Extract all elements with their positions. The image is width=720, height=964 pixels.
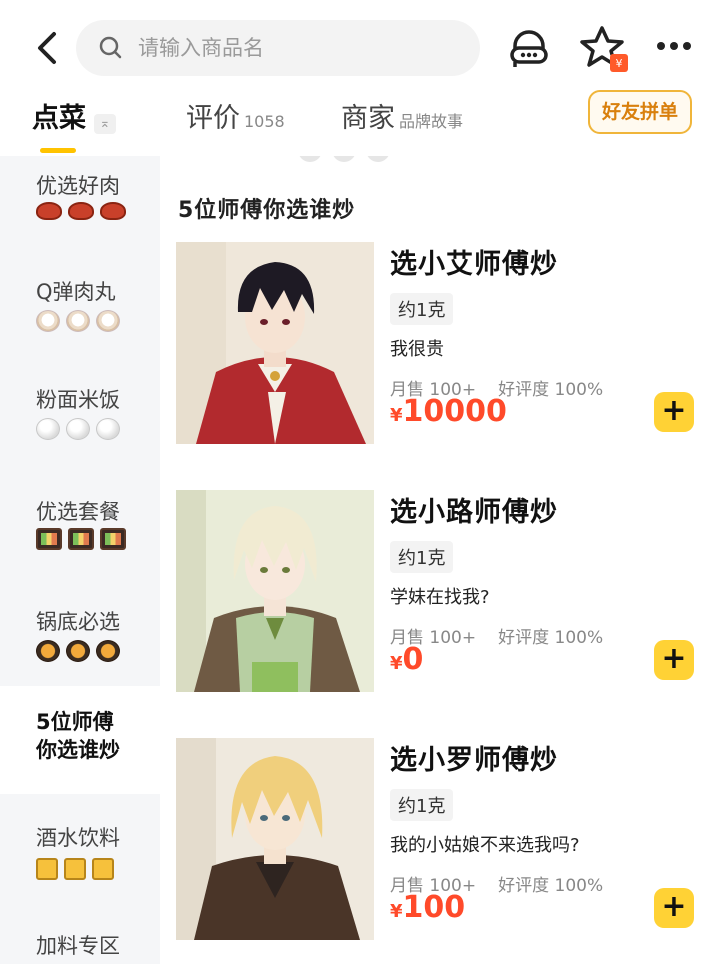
tab-store-sub: 品牌故事 — [399, 112, 464, 131]
item-description: 我的小姑娘不来选我吗? — [390, 835, 580, 856]
search-bar[interactable] — [76, 20, 480, 76]
tab-menu-label: 点菜 — [32, 103, 86, 134]
add-to-cart-button[interactable]: + — [654, 888, 694, 928]
collapse-icon[interactable]: ⌅ — [94, 114, 116, 134]
back-arrow-icon[interactable] — [30, 28, 66, 68]
sidebar-item-soup-base[interactable]: 锅底必选 — [0, 586, 160, 696]
sidebar-item-combos[interactable]: 优选套餐 — [0, 476, 160, 586]
tab-active-indicator — [40, 148, 76, 153]
sidebar-item-label: 粉面米饭 — [36, 388, 120, 412]
currency-symbol: ¥ — [390, 901, 403, 922]
item-rating: 好评度 100% — [498, 628, 604, 648]
menu-item[interactable]: 选小罗师傅炒 约1克 我的小姑娘不来选我吗? 月售 100+ 好评度 100% … — [176, 738, 720, 948]
sidebar-item-label-line2: 你选谁炒 — [36, 738, 120, 762]
search-icon — [99, 36, 122, 59]
item-tag: 约1克 — [390, 541, 454, 573]
item-name: 选小艾师傅炒 — [390, 249, 558, 280]
sidebar-item-label: 加料专区 — [36, 934, 120, 958]
item-price: ¥100 — [390, 890, 465, 925]
top-bar: ¥ — [0, 0, 720, 96]
add-to-cart-button[interactable]: + — [654, 640, 694, 680]
bento-icon — [36, 528, 126, 550]
rice-icon — [36, 418, 120, 440]
item-image[interactable] — [176, 738, 374, 940]
more-options-icon[interactable] — [655, 38, 693, 54]
section-title: 5位师傅你选谁炒 — [178, 198, 356, 223]
price-value: 100 — [402, 890, 466, 925]
item-description: 学妹在找我? — [390, 587, 490, 608]
sidebar-item-drinks[interactable]: 酒水饮料 — [0, 806, 160, 916]
currency-symbol: ¥ — [390, 653, 403, 674]
item-name: 选小罗师傅炒 — [390, 745, 558, 776]
tab-reviews-label: 评价 — [186, 103, 240, 134]
menu-content: 5位师傅你选谁炒 选小艾师傅炒 约1克 我很贵 月售 100+ 好评度 100%… — [160, 156, 720, 964]
sidebar-item-label: 优选套餐 — [36, 500, 120, 524]
item-price: ¥0 — [390, 642, 423, 677]
favorite-star-icon[interactable]: ¥ — [580, 24, 630, 76]
sidebar-item-chefs[interactable]: 5位师傅 你选谁炒 — [0, 686, 160, 794]
previous-item-fragment — [298, 156, 390, 162]
sidebar-item-label: 优选好肉 — [36, 174, 120, 198]
price-value: 0 — [402, 642, 424, 677]
search-input[interactable] — [138, 36, 458, 60]
menu-item[interactable]: 选小艾师傅炒 约1克 我很贵 月售 100+ 好评度 100% ¥10000 + — [176, 242, 720, 452]
sidebar-item-meat[interactable]: 优选好肉 — [0, 156, 160, 246]
sidebar-item-label: 酒水饮料 — [36, 826, 120, 850]
tab-bar: 点菜 ⌅ 评价 1058 商家 品牌故事 好友拼单 — [0, 90, 720, 156]
item-description: 我很贵 — [390, 339, 444, 360]
meatball-icon — [36, 310, 120, 332]
svg-text:¥: ¥ — [616, 57, 623, 70]
tab-reviews[interactable]: 评价 1058 — [186, 96, 285, 135]
item-name: 选小路师傅炒 — [390, 497, 558, 528]
sidebar-item-toppings[interactable]: 加料专区 — [0, 916, 160, 964]
price-value: 10000 — [402, 394, 507, 429]
add-to-cart-button[interactable]: + — [654, 392, 694, 432]
item-tag: 约1克 — [390, 293, 454, 325]
tab-store[interactable]: 商家 品牌故事 — [341, 96, 463, 135]
tab-store-label: 商家 — [341, 103, 395, 134]
item-image[interactable] — [176, 490, 374, 692]
sidebar-item-label: Q弹肉丸 — [36, 280, 116, 304]
group-order-button[interactable]: 好友拼单 — [588, 90, 692, 134]
customer-service-icon[interactable] — [507, 26, 551, 70]
item-rating: 好评度 100% — [498, 380, 604, 400]
sidebar-item-meatballs[interactable]: Q弹肉丸 — [0, 246, 160, 356]
tab-reviews-count: 1058 — [244, 112, 285, 131]
currency-symbol: ¥ — [390, 405, 403, 426]
sidebar-item-noodles-rice[interactable]: 粉面米饭 — [0, 356, 160, 466]
item-rating: 好评度 100% — [498, 876, 604, 896]
hotpot-icon — [36, 640, 120, 662]
menu-item[interactable]: 选小路师傅炒 约1克 学妹在找我? 月售 100+ 好评度 100% ¥0 + — [176, 490, 720, 700]
tab-menu[interactable]: 点菜 ⌅ — [32, 96, 116, 135]
sidebar-item-label-line1: 5位师傅 — [36, 710, 114, 734]
item-tag: 约1克 — [390, 789, 454, 821]
item-price: ¥10000 — [390, 394, 507, 429]
category-sidebar: 优选好肉 Q弹肉丸 粉面米饭 优选套餐 锅底必选 5位师傅 你选谁炒 酒水饮料 … — [0, 156, 160, 964]
steak-icon — [36, 202, 126, 220]
item-image[interactable] — [176, 242, 374, 444]
sidebar-item-label: 锅底必选 — [36, 610, 120, 634]
beer-icon — [36, 858, 114, 880]
